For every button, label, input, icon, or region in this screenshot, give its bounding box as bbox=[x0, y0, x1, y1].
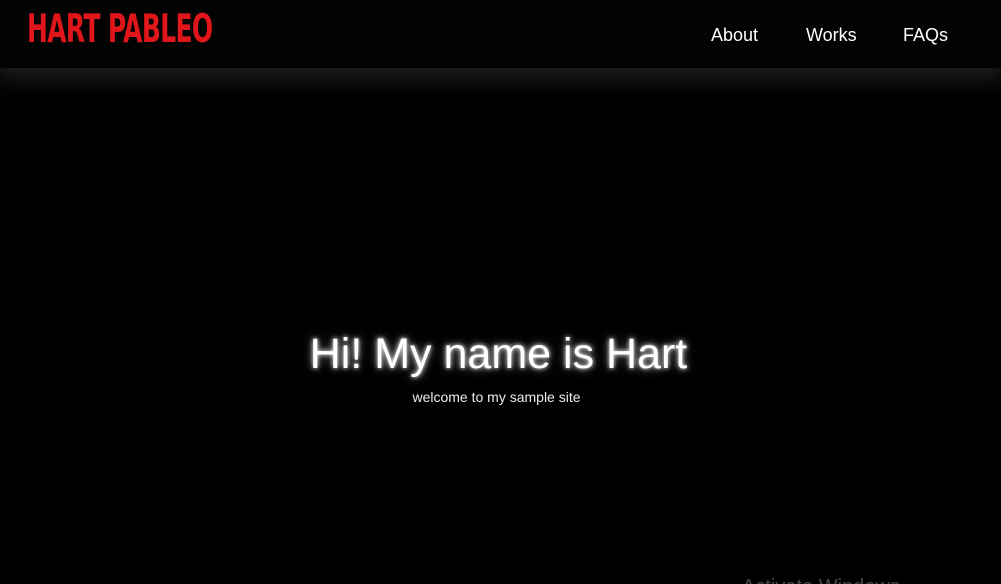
navbar: HART PABLEO About Works FAQs bbox=[0, 0, 1001, 68]
hero-subtitle: welcome to my sample site bbox=[412, 389, 581, 405]
hero-section: Hi! My name is Hart welcome to my sample… bbox=[0, 68, 1001, 584]
nav-link-faqs[interactable]: FAQs bbox=[903, 24, 948, 46]
main-nav: About Works FAQs bbox=[0, 24, 1001, 46]
nav-link-works[interactable]: Works bbox=[806, 24, 857, 46]
nav-link-about[interactable]: About bbox=[711, 24, 758, 46]
hero-title: Hi! My name is Hart bbox=[309, 330, 688, 378]
os-activation-watermark: Activate Windows bbox=[742, 575, 900, 584]
